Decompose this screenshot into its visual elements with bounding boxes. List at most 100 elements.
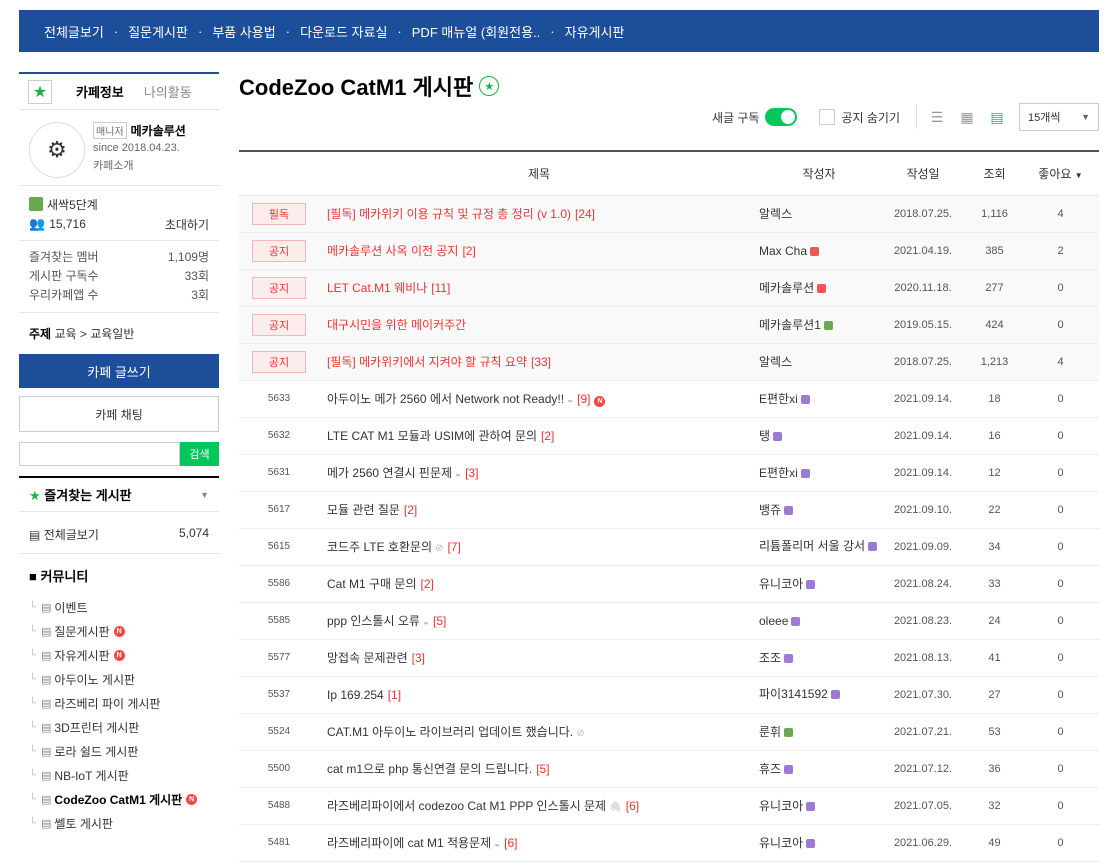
author-cell[interactable]: 메카솔루션1 xyxy=(759,306,879,344)
cafe-level[interactable]: 새싹5단계 xyxy=(47,196,98,213)
comment-count[interactable]: [1] xyxy=(388,688,401,702)
col-likes[interactable]: 좋아요 ▼ xyxy=(1022,150,1099,196)
author-name[interactable]: 유니코아 xyxy=(759,577,803,591)
comment-count[interactable]: [11] xyxy=(431,281,450,295)
comment-count[interactable]: [6] xyxy=(504,836,517,850)
author-name[interactable]: 메카솔루션 xyxy=(759,281,814,295)
comment-count[interactable]: [5] xyxy=(536,762,549,776)
author-cell[interactable]: 알렉스 xyxy=(759,195,879,233)
cafe-logo[interactable]: ⚙ xyxy=(29,122,85,178)
author-name[interactable]: 알렉스 xyxy=(759,355,792,369)
tab-my-activity[interactable]: 나의활동 xyxy=(144,82,192,101)
comment-count[interactable]: [3] xyxy=(412,651,425,665)
hide-notice-label[interactable]: 공지 숨기기 xyxy=(841,109,900,126)
write-post-button[interactable]: 카페 글쓰기 xyxy=(19,354,219,388)
comment-count[interactable]: [3] xyxy=(465,466,478,480)
post-title-link[interactable]: ppp 인스톨시 오류 xyxy=(327,614,420,628)
author-cell[interactable]: 메카솔루션 xyxy=(759,269,879,307)
per-page-select[interactable]: 15개씩 ▼ xyxy=(1019,103,1099,131)
hide-notice-checkbox[interactable] xyxy=(819,109,836,125)
grid-view-icon[interactable]: ▦ xyxy=(959,109,975,125)
post-title-link[interactable]: [필독] 메카위키 이용 규칙 및 규정 총 정리 (v 1.0) xyxy=(327,207,571,221)
search-button[interactable]: 검색 xyxy=(180,442,219,466)
post-title-link[interactable]: cat m1으로 php 통신연결 문의 드립니다. xyxy=(327,762,532,776)
top-menu-item[interactable]: 자유게시판 xyxy=(565,22,625,41)
board-link[interactable]: └ ▤ CodeZoo CatM1 게시판 N xyxy=(29,787,219,811)
board-link[interactable]: └ ▤ 라즈베리 파이 게시판 xyxy=(29,691,219,715)
author-cell[interactable]: 유니코아 xyxy=(759,787,879,825)
card-view-icon[interactable]: ▤ xyxy=(989,109,1005,125)
author-cell[interactable]: 알렉스 xyxy=(759,343,879,381)
comment-count[interactable]: [5] xyxy=(433,614,446,628)
comment-count[interactable]: [9] xyxy=(577,392,590,406)
author-cell[interactable]: 휴즈 xyxy=(759,750,879,788)
comment-count[interactable]: [2] xyxy=(541,429,554,443)
post-title-link[interactable]: 라즈베리파이에 cat M1 적용문제 xyxy=(327,836,491,850)
tab-cafe-info[interactable]: 카페정보 xyxy=(76,82,124,101)
cafe-intro-link[interactable]: 카페소개 xyxy=(93,157,186,173)
chevron-down-icon[interactable]: ▼ xyxy=(200,490,209,500)
comment-count[interactable]: [2] xyxy=(421,577,434,591)
post-title-link[interactable]: 아두이노 메가 2560 에서 Network not Ready!! xyxy=(327,392,564,406)
post-title-link[interactable]: LET Cat.M1 웨비나 xyxy=(327,281,427,295)
author-cell[interactable]: E편한xi xyxy=(759,380,879,418)
post-title-link[interactable]: 코드주 LTE 호환문의 xyxy=(327,540,432,554)
board-link[interactable]: └ ▤ 자유게시판 N xyxy=(29,643,219,667)
top-menu-item[interactable]: 부품 사용법 xyxy=(212,22,275,41)
author-name[interactable]: 파이3141592 xyxy=(759,687,828,701)
board-link[interactable]: └ ▤ 쎌토 게시판 xyxy=(29,811,219,835)
comment-count[interactable]: [6] xyxy=(626,799,639,813)
subscribe-toggle[interactable] xyxy=(765,108,798,126)
author-name[interactable]: E편한xi xyxy=(759,392,798,406)
author-cell[interactable]: 뱅쥬 xyxy=(759,491,879,529)
search-input[interactable] xyxy=(19,442,180,466)
post-title-link[interactable]: 메가 2560 연결시 핀문제 xyxy=(327,466,452,480)
post-title-link[interactable]: 망접속 문제관련 xyxy=(327,651,408,665)
board-link[interactable]: └ ▤ 아두이노 게시판 xyxy=(29,667,219,691)
author-cell[interactable]: 조조 xyxy=(759,639,879,677)
author-name[interactable]: 탱 xyxy=(759,429,770,443)
author-name[interactable]: 뱅쥬 xyxy=(759,503,781,517)
top-menu-item[interactable]: 질문게시판 xyxy=(128,22,188,41)
author-name[interactable]: 유니코아 xyxy=(759,836,803,850)
top-menu-item[interactable]: 전체글보기 xyxy=(44,22,104,41)
board-link[interactable]: └ ▤ 질문게시판 N xyxy=(29,619,219,643)
manager-name[interactable]: 메카솔루션 xyxy=(131,122,186,139)
board-link[interactable]: └ ▤ 로라 쉴드 게시판 xyxy=(29,739,219,763)
comment-count[interactable]: [7] xyxy=(447,540,460,554)
author-cell[interactable]: oleee xyxy=(759,602,879,640)
author-name[interactable]: 룬휘 xyxy=(759,725,781,739)
author-name[interactable]: oleee xyxy=(759,614,788,628)
all-posts-link[interactable]: ▤ 전체글보기 5,074 xyxy=(19,512,219,554)
post-title-link[interactable]: CAT.M1 아두이노 라이브러리 업데이트 했습니다. xyxy=(327,725,573,739)
author-name[interactable]: 리튬폴리머 서울 강서 xyxy=(759,539,865,553)
post-title-link[interactable]: [필독] 메카위키에서 지켜야 할 규칙 요약 xyxy=(327,355,527,369)
author-name[interactable]: 휴즈 xyxy=(759,762,781,776)
star-icon[interactable]: ★ xyxy=(479,76,500,96)
author-cell[interactable]: 유니코아 xyxy=(759,565,879,603)
cafe-chat-button[interactable]: 카페 채팅 xyxy=(19,396,219,432)
board-link[interactable]: └ ▤ 이벤트 xyxy=(29,595,219,619)
comment-count[interactable]: [2] xyxy=(404,503,417,517)
post-title-link[interactable]: 대구시민을 위한 메이커주간 xyxy=(327,318,466,332)
member-count[interactable]: 15,716 xyxy=(49,217,86,231)
post-title-link[interactable]: 메카솔루션 사옥 이전 공지 xyxy=(327,244,458,258)
board-link[interactable]: └ ▤ NB-IoT 게시판 xyxy=(29,763,219,787)
author-cell[interactable]: E편한xi xyxy=(759,454,879,492)
author-name[interactable]: 조조 xyxy=(759,651,781,665)
comment-count[interactable]: [33] xyxy=(531,355,551,369)
list-view-icon[interactable]: ☰ xyxy=(929,109,945,125)
comment-count[interactable]: [24] xyxy=(575,207,595,221)
post-title-link[interactable]: LTE CAT M1 모듈과 USIM에 관하여 문의 xyxy=(327,429,537,443)
author-name[interactable]: 유니코아 xyxy=(759,799,803,813)
author-cell[interactable]: 탱 xyxy=(759,417,879,455)
author-name[interactable]: 메카솔루션1 xyxy=(759,318,821,332)
author-cell[interactable]: 룬휘 xyxy=(759,713,879,751)
author-cell[interactable]: Max Cha xyxy=(759,232,879,270)
author-name[interactable]: 알렉스 xyxy=(759,207,792,221)
author-cell[interactable]: 파이3141592 xyxy=(759,676,879,714)
post-title-link[interactable]: 라즈베리파이에서 codezoo Cat M1 PPP 인스톨시 문제 xyxy=(327,799,606,813)
author-cell[interactable]: 유니코아 xyxy=(759,824,879,862)
invite-link[interactable]: 초대하기 xyxy=(165,216,219,233)
fav-boards-header[interactable]: ★ 즐겨찾는 게시판 ▼ xyxy=(19,476,219,512)
